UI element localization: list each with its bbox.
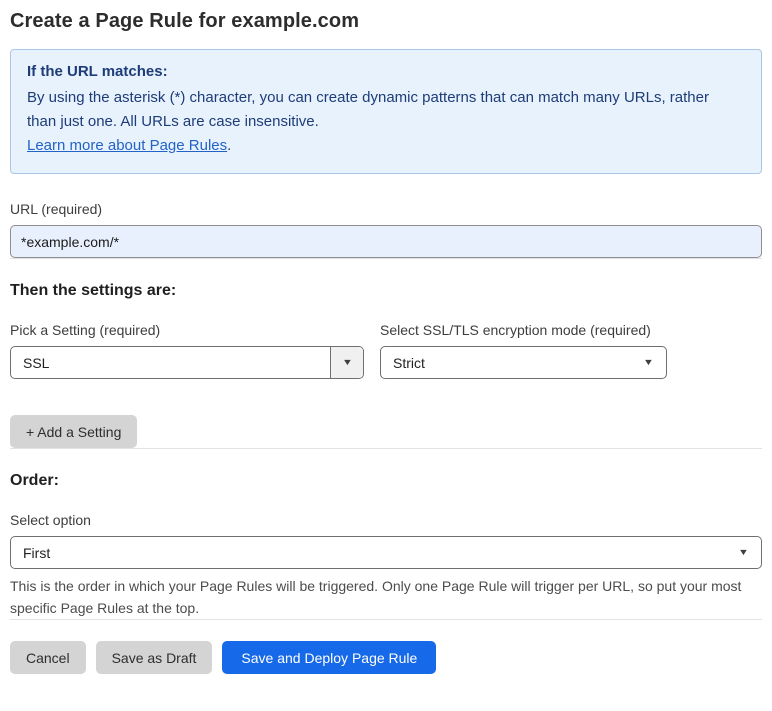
url-match-info-box: If the URL matches: By using the asteris… xyxy=(10,49,762,174)
page-title: Create a Page Rule for example.com xyxy=(10,10,360,32)
learn-more-link[interactable]: Learn more about Page Rules xyxy=(27,137,227,154)
order-caret-area: ▼ xyxy=(737,547,761,557)
chevron-down-icon: ▼ xyxy=(642,357,655,367)
cancel-button[interactable]: Cancel xyxy=(10,641,86,674)
ssl-mode-column: Select SSL/TLS encryption mode (required… xyxy=(380,322,762,379)
order-value: First xyxy=(23,544,51,561)
setting-picker-label: Pick a Setting (required) xyxy=(10,322,161,338)
chevron-down-icon: ▼ xyxy=(737,547,750,557)
footer-button-row: Cancel Save as Draft Save and Deploy Pag… xyxy=(10,641,762,674)
setting-picker-dropdown[interactable]: SSL ▼ xyxy=(10,346,364,379)
url-input[interactable] xyxy=(10,225,762,258)
order-dropdown[interactable]: First ▼ xyxy=(10,536,762,569)
order-select-label: Select option xyxy=(10,512,91,528)
settings-grid: Pick a Setting (required) SSL ▼ Select S… xyxy=(10,322,762,379)
create-page-rule-panel: Create a Page Rule for example.com If th… xyxy=(0,0,772,711)
divider xyxy=(10,448,762,449)
info-box-heading: If the URL matches: xyxy=(27,63,168,80)
url-field-label: URL (required) xyxy=(10,201,103,217)
add-setting-button[interactable]: + Add a Setting xyxy=(10,415,138,448)
chevron-down-icon: ▼ xyxy=(341,357,353,367)
add-setting-row: + Add a Setting xyxy=(10,415,762,448)
order-help-text: This is the order in which your Page Rul… xyxy=(10,578,742,616)
ssl-mode-dropdown[interactable]: Strict ▼ xyxy=(380,346,667,379)
divider xyxy=(10,619,762,620)
setting-picker-value: SSL xyxy=(23,354,50,371)
save-as-draft-button[interactable]: Save as Draft xyxy=(95,641,213,674)
ssl-mode-caret-area: ▼ xyxy=(642,357,666,367)
info-box-body: By using the asterisk (*) character, you… xyxy=(27,89,709,130)
link-suffix: . xyxy=(227,137,232,154)
save-and-deploy-button[interactable]: Save and Deploy Page Rule xyxy=(222,641,437,674)
ssl-mode-value: Strict xyxy=(393,354,425,371)
settings-section-heading: Then the settings are: xyxy=(10,282,177,299)
order-section-heading: Order: xyxy=(10,472,59,489)
info-box-link-line: Learn more about Page Rules. xyxy=(27,134,745,158)
setting-picker-caret-box[interactable]: ▼ xyxy=(330,347,363,378)
setting-picker-column: Pick a Setting (required) SSL ▼ xyxy=(10,322,364,379)
divider xyxy=(10,258,762,259)
ssl-mode-label: Select SSL/TLS encryption mode (required… xyxy=(380,322,651,338)
url-field-section: URL (required) xyxy=(10,201,762,258)
